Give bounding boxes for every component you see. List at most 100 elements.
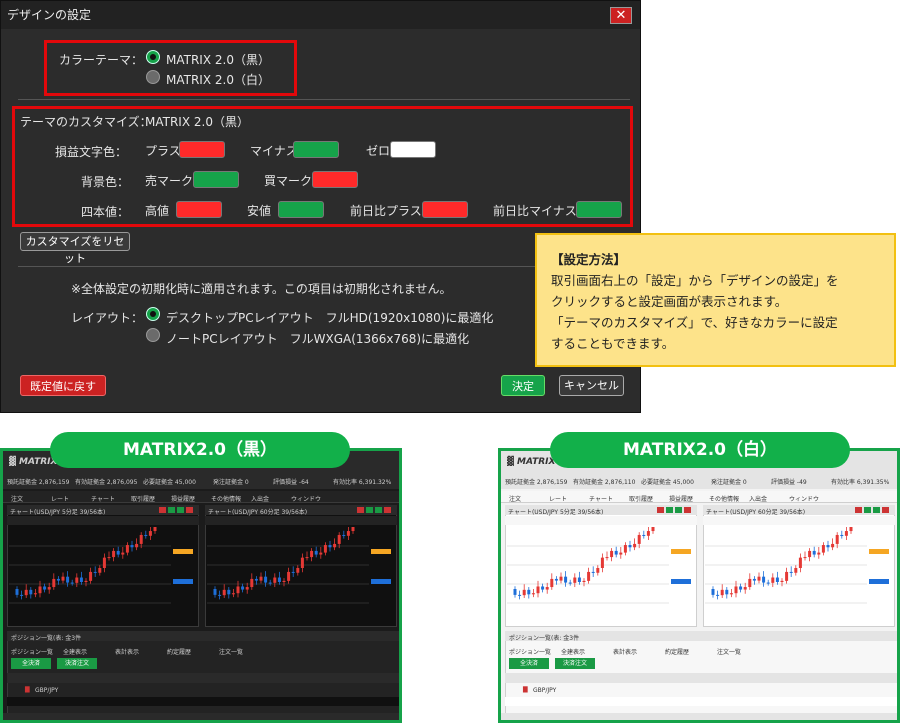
restore-default-button[interactable]: 既定値に戻す — [20, 375, 106, 396]
account-stat: 評価損益 -64 — [273, 479, 309, 486]
prev-minus-swatch[interactable] — [576, 201, 622, 218]
buy-mark-label: 買マーク — [264, 174, 313, 188]
window-control-icon[interactable] — [375, 507, 382, 513]
menu-item[interactable]: チャート — [91, 494, 115, 503]
theme-option-light[interactable]: MATRIX 2.0（白） — [166, 71, 270, 88]
chart-toolbar — [505, 516, 697, 525]
window-control-icon[interactable] — [186, 507, 193, 513]
close-button[interactable]: ✕ — [610, 7, 632, 24]
menu-item[interactable]: ウィンドウ — [789, 494, 819, 503]
currency-pair[interactable]: GBP/JPY — [35, 687, 58, 694]
plus-color-swatch[interactable] — [179, 141, 225, 158]
reset-customize-button[interactable]: カスタマイズをリセット — [20, 232, 130, 265]
divider — [18, 99, 630, 100]
prev-plus-swatch[interactable] — [422, 201, 468, 218]
window-control-icon[interactable] — [675, 507, 682, 513]
window-control-icon[interactable] — [684, 507, 691, 513]
instructions-box: 【設定方法】 取引画面右上の「設定」から「デザインの設定」を クリックすると設定… — [535, 233, 896, 367]
window-control-icon[interactable] — [657, 507, 664, 513]
panel-title: ポジション一覧(表: 金3件 — [509, 635, 580, 642]
currency-pair[interactable]: GBP/JPY — [533, 687, 556, 694]
cancel-button[interactable]: キャンセル — [559, 375, 624, 396]
panel-tab[interactable]: 全建表示 — [63, 647, 87, 656]
status-bar — [3, 713, 399, 720]
layout-option-desktop[interactable]: デスクトップPCレイアウト フルHD(1920x1080)に最適化 — [166, 309, 493, 326]
candlestick-chart — [207, 527, 391, 604]
minus-color-swatch[interactable] — [293, 141, 339, 158]
account-stat: 有効証拠金 2,876,095 — [75, 479, 138, 486]
menu-item[interactable]: 損益履歴 — [669, 494, 693, 503]
panel-tab[interactable]: ポジション一覧 — [509, 647, 551, 656]
plus-label: プラス — [145, 144, 181, 158]
menu-item[interactable]: 損益履歴 — [171, 494, 195, 503]
panel-tab[interactable]: 表計表示 — [613, 647, 637, 656]
menu-item[interactable]: チャート — [589, 494, 613, 503]
panel-tab[interactable]: 表計表示 — [115, 647, 139, 656]
panel-tab[interactable]: 注文一覧 — [219, 647, 243, 656]
flag-icon: ▇ — [25, 686, 30, 693]
zero-color-swatch[interactable] — [390, 141, 436, 158]
table-header — [7, 673, 399, 683]
menu-item[interactable]: その他情報 — [211, 494, 241, 503]
theme-radio-dark[interactable] — [146, 50, 160, 64]
buy-mark-swatch[interactable] — [312, 171, 358, 188]
chart-title: チャート(USD/JPY 60分足 39/56本) — [208, 509, 308, 516]
menu-item[interactable]: ウィンドウ — [291, 494, 321, 503]
table-header — [505, 673, 897, 683]
panel-tab[interactable]: ポジション一覧 — [11, 647, 53, 656]
window-control-icon[interactable] — [384, 507, 391, 513]
sell-mark-swatch[interactable] — [193, 171, 239, 188]
window-control-icon[interactable] — [168, 507, 175, 513]
ok-button[interactable]: 決定 — [501, 375, 545, 396]
window-control-icon[interactable] — [882, 507, 889, 513]
panel-tab[interactable]: 注文一覧 — [717, 647, 741, 656]
layout-radio-desktop[interactable] — [146, 307, 160, 321]
sell-mark-label: 売マーク — [145, 174, 194, 188]
high-label: 高値 — [145, 204, 170, 218]
menu-item[interactable]: レート — [549, 494, 567, 503]
panel-tab[interactable]: 全建表示 — [561, 647, 585, 656]
window-control-icon[interactable] — [666, 507, 673, 513]
window-control-icon[interactable] — [873, 507, 880, 513]
panel-button[interactable]: 決済注文 — [57, 658, 97, 669]
layout-radio-notebook[interactable] — [146, 328, 160, 342]
menu-item[interactable]: 注文 — [11, 494, 23, 503]
layout-label: レイアウト： — [71, 311, 144, 325]
low-label: 安値 — [247, 204, 272, 218]
panel-tab[interactable]: 約定履歴 — [665, 647, 689, 656]
menu-item[interactable]: レート — [51, 494, 69, 503]
menu-item[interactable]: 入出金 — [749, 494, 767, 503]
layout-option-notebook[interactable]: ノートPCレイアウト フルWXGA(1366x768)に最適化 — [166, 330, 469, 347]
dialog-title: デザインの設定 — [1, 1, 640, 29]
menu-item[interactable]: その他情報 — [709, 494, 739, 503]
window-control-icon[interactable] — [366, 507, 373, 513]
panel-button[interactable]: 全決済 — [11, 658, 51, 669]
low-swatch[interactable] — [278, 201, 324, 218]
menu-item[interactable]: 取引履歴 — [629, 494, 653, 503]
window-control-icon[interactable] — [855, 507, 862, 513]
theme-radio-light[interactable] — [146, 70, 160, 84]
panel-button[interactable]: 決済注文 — [555, 658, 595, 669]
account-stat: 有効証拠金 2,876,110 — [573, 479, 636, 486]
menu-item[interactable]: 注文 — [509, 494, 521, 503]
high-swatch[interactable] — [176, 201, 222, 218]
note-text: ※全体設定の初期化時に適用されます。この項目は初期化されません。 — [71, 282, 452, 296]
menu-item[interactable]: 取引履歴 — [131, 494, 155, 503]
window-control-icon[interactable] — [159, 507, 166, 513]
light-theme-label: MATRIX2.0（白） — [550, 432, 850, 468]
panel-button[interactable]: 全決済 — [509, 658, 549, 669]
dark-theme-label: MATRIX2.0（黒） — [50, 432, 350, 468]
table-row — [505, 697, 897, 706]
chart-toolbar — [7, 516, 199, 525]
panel-tab[interactable]: 約定履歴 — [167, 647, 191, 656]
theme-option-dark[interactable]: MATRIX 2.0（黒） — [166, 51, 270, 68]
window-control-icon[interactable] — [177, 507, 184, 513]
light-theme-screenshot: ▓ MATRIX 預託証拠金 2,876,159 有効証拠金 2,876,110 必要… — [498, 448, 900, 723]
pl-text-color-label: 損益文字色： — [55, 145, 128, 159]
instructions-line: することもできます。 — [551, 336, 675, 351]
menu-item[interactable]: 入出金 — [251, 494, 269, 503]
account-stat: 発注証拠金 0 — [213, 479, 249, 486]
window-control-icon[interactable] — [357, 507, 364, 513]
window-control-icon[interactable] — [864, 507, 871, 513]
ohlc-label: 四本値： — [81, 205, 130, 219]
